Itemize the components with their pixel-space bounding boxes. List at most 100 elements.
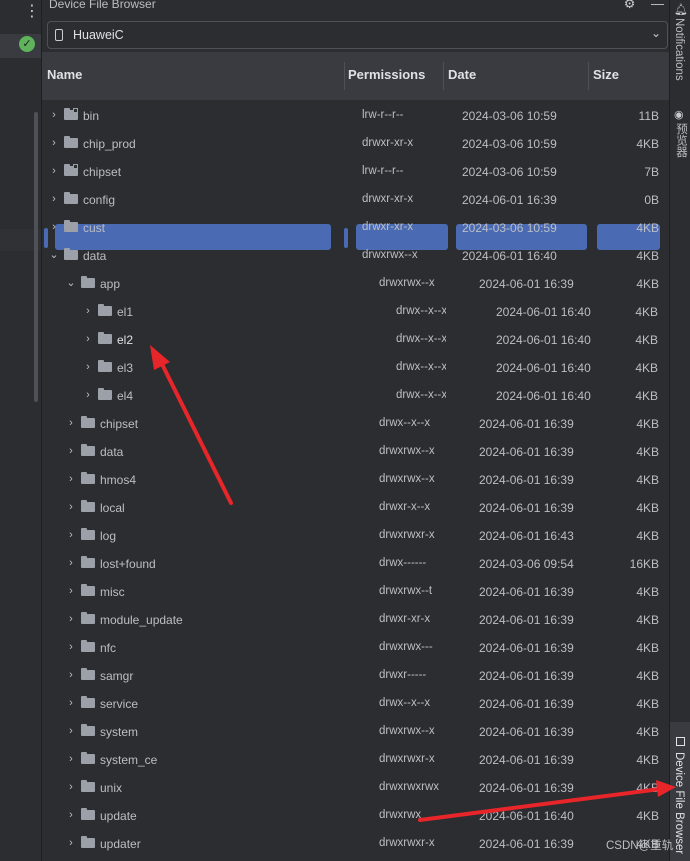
chevron-right-icon[interactable]: › xyxy=(66,668,76,682)
row-size: 4KB xyxy=(636,417,659,431)
table-row[interactable]: › cust drwxr-xr-x 2024-03-06 10:59 4KB xyxy=(42,214,670,242)
row-name: system_ce xyxy=(100,753,158,767)
folder-icon xyxy=(81,444,95,456)
table-row[interactable]: › config drwxr-xr-x 2024-06-01 16:39 0B xyxy=(42,186,670,214)
chevron-right-icon[interactable]: › xyxy=(66,472,76,486)
chevron-down-icon[interactable]: ⌄ xyxy=(66,276,76,290)
table-row[interactable]: › el4 drwx--x--x 2024-06-01 16:40 4KB xyxy=(42,382,670,410)
device-icon[interactable] xyxy=(676,737,685,746)
more-options-icon[interactable]: ⋮ xyxy=(24,4,40,22)
column-divider[interactable] xyxy=(443,62,444,90)
row-name: system xyxy=(100,725,139,739)
row-size: 4KB xyxy=(636,137,659,151)
folder-icon xyxy=(64,248,78,260)
row-date: 2024-06-01 16:40 xyxy=(479,809,574,823)
table-row[interactable]: › lost+found drwx------ 2024-03-06 09:54 16K… xyxy=(42,550,670,578)
device-dropdown[interactable]: HuaweiC ⌄ xyxy=(47,21,668,49)
chevron-right-icon[interactable]: › xyxy=(49,220,59,234)
chevron-right-icon[interactable]: › xyxy=(66,556,76,570)
chevron-right-icon[interactable]: › xyxy=(83,360,93,374)
row-name: misc xyxy=(100,585,125,599)
table-row[interactable]: › chipset drwx--x--x 2024-06-01 16:39 4KB xyxy=(42,410,670,438)
folder-icon xyxy=(98,388,112,400)
table-row[interactable]: › el2 drwx--x--x 2024-06-01 16:40 4KB xyxy=(42,326,670,354)
gear-icon[interactable]: ⚙ xyxy=(624,0,636,11)
row-name: unix xyxy=(100,781,123,795)
row-date: 2024-06-01 16:40 xyxy=(496,305,591,319)
chevron-right-icon[interactable]: › xyxy=(49,136,59,150)
table-row[interactable]: › el3 drwx--x--x 2024-06-01 16:40 4KB xyxy=(42,354,670,382)
table-row[interactable]: › system_ce drwxrwxr-x 2024-06-01 16:39 4KB xyxy=(42,746,670,774)
chevron-right-icon[interactable]: › xyxy=(66,696,76,710)
column-header-size[interactable]: Size xyxy=(593,67,619,82)
table-row[interactable]: › module_update drwxr-xr-x 2024-06-01 16:39… xyxy=(42,606,670,634)
row-permissions: drwxrwxr-x xyxy=(379,529,435,541)
table-row[interactable]: › chip_prod drwxr-xr-x 2024-03-06 10:59 4KB xyxy=(42,130,670,158)
table-row[interactable]: › system drwxrwx--x 2024-06-01 16:39 4KB xyxy=(42,718,670,746)
chevron-down-icon[interactable]: ⌄ xyxy=(49,248,59,262)
column-divider[interactable] xyxy=(588,62,589,90)
row-date: 2024-03-06 10:59 xyxy=(462,165,557,179)
chevron-right-icon[interactable]: › xyxy=(66,444,76,458)
folder-icon xyxy=(64,192,78,204)
chevron-right-icon[interactable]: › xyxy=(66,500,76,514)
chevron-right-icon[interactable]: › xyxy=(83,304,93,318)
chevron-right-icon[interactable]: › xyxy=(83,332,93,346)
table-row[interactable]: › bin lrw-r--r-- 2024-03-06 10:59 11B xyxy=(42,102,670,130)
row-size: 4KB xyxy=(636,697,659,711)
table-row[interactable]: › hmos4 drwxrwx--x 2024-06-01 16:39 4KB xyxy=(42,466,670,494)
chevron-right-icon[interactable]: › xyxy=(49,164,59,178)
column-divider[interactable] xyxy=(344,62,345,90)
table-row[interactable]: › samgr drwxr----- 2024-06-01 16:39 4KB xyxy=(42,662,670,690)
table-row[interactable]: › local drwxr-x--x 2024-06-01 16:39 4KB xyxy=(42,494,670,522)
notifications-tab[interactable]: Notifications xyxy=(673,18,685,81)
row-permissions: drwxrwxr-x xyxy=(379,753,435,765)
chevron-right-icon[interactable]: › xyxy=(49,192,59,206)
minimize-icon[interactable]: — xyxy=(651,0,664,11)
table-row[interactable]: › log drwxrwxr-x 2024-06-01 16:43 4KB xyxy=(42,522,670,550)
chevron-right-icon[interactable]: › xyxy=(66,584,76,598)
eye-icon[interactable]: ◉ xyxy=(674,108,684,121)
chevron-right-icon[interactable]: › xyxy=(49,108,59,122)
bell-icon[interactable]: 🔔︎ xyxy=(674,3,688,16)
device-file-browser-tab[interactable]: Device File Browser xyxy=(673,752,685,854)
chevron-right-icon[interactable]: › xyxy=(66,612,76,626)
table-row[interactable]: › chipset lrw-r--r-- 2024-03-06 10:59 7B xyxy=(42,158,670,186)
left-scrollbar[interactable] xyxy=(34,112,38,402)
column-header-date[interactable]: Date xyxy=(448,67,476,82)
table-row[interactable]: › nfc drwxrwx--- 2024-06-01 16:39 4KB xyxy=(42,634,670,662)
row-name: data xyxy=(83,249,107,263)
chevron-right-icon[interactable]: › xyxy=(83,388,93,402)
row-name: chipset xyxy=(100,417,139,431)
table-row[interactable]: › service drwx--x--x 2024-06-01 16:39 4KB xyxy=(42,690,670,718)
panel-title-actions: ⚙ — xyxy=(612,0,664,12)
chevron-right-icon[interactable]: › xyxy=(66,416,76,430)
chevron-down-icon[interactable]: ⌄ xyxy=(651,26,661,40)
column-header-name[interactable]: Name xyxy=(47,67,82,82)
folder-icon xyxy=(81,556,95,568)
table-row[interactable]: ⌄ data drwxrwx--x 2024-06-01 16:40 4KB xyxy=(42,242,670,270)
table-row[interactable]: › update drwxrwx 2024-06-01 16:40 4KB xyxy=(42,802,670,830)
table-row[interactable]: › el1 drwx--x--x 2024-06-01 16:40 4KB xyxy=(42,298,670,326)
row-name: samgr xyxy=(100,669,134,683)
row-date: 2024-06-01 16:43 xyxy=(479,529,574,543)
table-row[interactable]: › data drwxrwx--x 2024-06-01 16:39 4KB xyxy=(42,438,670,466)
chevron-right-icon[interactable]: › xyxy=(66,808,76,822)
table-row[interactable]: › unix drwxrwxrwx 2024-06-01 16:39 4KB xyxy=(42,774,670,802)
chevron-right-icon[interactable]: › xyxy=(66,836,76,850)
chevron-right-icon[interactable]: › xyxy=(66,724,76,738)
row-permissions: drwxr----- xyxy=(379,669,427,681)
row-name: cust xyxy=(83,221,106,235)
table-row[interactable]: ⌄ app drwxrwx--x 2024-06-01 16:39 4KB xyxy=(42,270,670,298)
chevron-right-icon[interactable]: › xyxy=(66,528,76,542)
table-row[interactable]: › updater drwxrwxr-x 2024-06-01 16:39 4KB xyxy=(42,830,670,858)
previewer-tab[interactable]: 预览器 xyxy=(673,123,689,158)
row-permissions: drwx--x--x xyxy=(396,361,446,373)
column-header-permissions[interactable]: Permissions xyxy=(348,67,425,82)
chevron-right-icon[interactable]: › xyxy=(66,780,76,794)
chevron-right-icon[interactable]: › xyxy=(66,752,76,766)
folder-icon xyxy=(81,640,95,652)
table-row[interactable]: › misc drwxrwx--t 2024-06-01 16:39 4KB xyxy=(42,578,670,606)
chevron-right-icon[interactable]: › xyxy=(66,640,76,654)
folder-icon xyxy=(81,836,95,848)
